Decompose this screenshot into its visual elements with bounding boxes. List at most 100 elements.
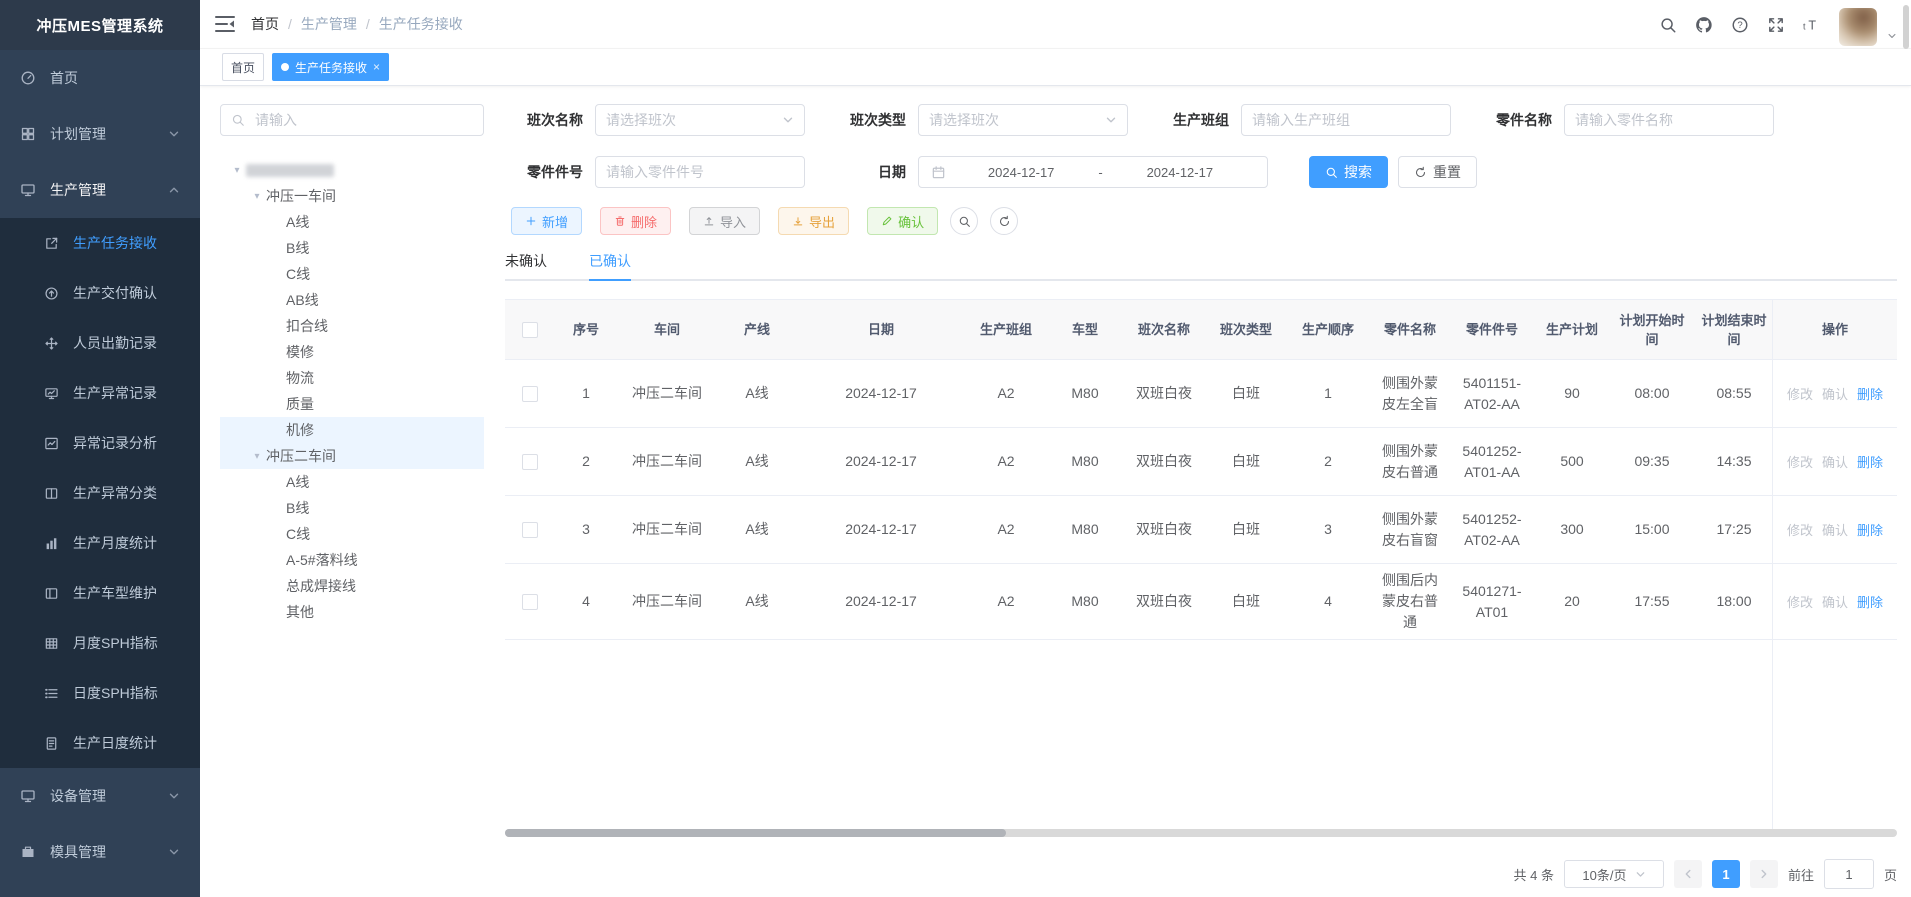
tree-search-input[interactable] [253,111,473,129]
tree-node-B线[interactable]: B线 [220,235,484,261]
toolbar-search-button[interactable] [950,207,978,235]
tree-node-质量[interactable]: 质量 [220,391,484,417]
sidebar-item-日度SPH指标[interactable]: 日度SPH指标 [0,668,200,718]
sidebar-item-生产任务接收[interactable]: 生产任务接收 [0,218,200,268]
row-checkbox[interactable] [522,386,538,402]
tree-node-C线[interactable]: C线 [220,521,484,547]
part-name-input[interactable] [1564,104,1774,136]
tree-node-A线[interactable]: A线 [220,209,484,235]
sidebar-item-生产月度统计[interactable]: 生产月度统计 [0,518,200,568]
row-action-删除[interactable]: 删除 [1857,452,1883,471]
sidebar-item-生产车型维护[interactable]: 生产车型维护 [0,568,200,618]
select-all-checkbox[interactable] [522,322,538,338]
help-icon[interactable]: ? [1731,16,1749,34]
确认-button[interactable]: 确认 [867,207,938,235]
sidebar-item-计划管理[interactable]: 计划管理 [0,106,200,162]
sidebar-item-生产异常分类[interactable]: 生产异常分类 [0,468,200,518]
cell-shift_type: 白班 [1205,428,1287,495]
navbar-actions: ? tT [1659,0,1897,49]
sidebar-item-生产管理[interactable]: 生产管理 [0,162,200,218]
cell-line: A线 [717,360,797,427]
sidebar-item-月度SPH指标[interactable]: 月度SPH指标 [0,618,200,668]
tree-node-C线[interactable]: C线 [220,261,484,287]
tree-node-冲压二车间[interactable]: ▾冲压二车间 [220,443,484,469]
sidebar-item-生产交付确认[interactable]: 生产交付确认 [0,268,200,318]
sidebar-item-label: 人员出勤记录 [73,333,180,353]
row-checkbox[interactable] [522,594,538,610]
sidebar-item-生产日度统计[interactable]: 生产日度统计 [0,718,200,768]
sidebar-item-人员出勤记录[interactable]: 人员出勤记录 [0,318,200,368]
tree-node-机修[interactable]: 机修 [220,417,484,443]
sidebar-item-生产异常记录[interactable]: 生产异常记录 [0,368,200,418]
tree-node-其他[interactable]: 其他 [220,599,484,625]
page-scrollbar[interactable] [1903,5,1909,49]
search-button[interactable]: 搜索 [1309,156,1388,188]
导入-button[interactable]: 导入 [689,207,760,235]
tree-node-B线[interactable]: B线 [220,495,484,521]
row-checkbox[interactable] [522,522,538,538]
tree-node-扣合线[interactable]: 扣合线 [220,313,484,339]
shift-name-select[interactable]: 请选择班次 [595,104,805,136]
tree-node-模修[interactable]: 模修 [220,339,484,365]
tree-node-总成焊接线[interactable]: 总成焊接线 [220,573,484,599]
team-input[interactable] [1241,104,1451,136]
tree-node-冲压一车间[interactable]: ▾冲压一车间 [220,183,484,209]
horizontal-scrollbar[interactable] [505,829,1897,837]
font-size-icon[interactable]: tT [1803,16,1821,34]
page-size-select[interactable]: 10条/页 [1564,860,1664,888]
cell-plan: 20 [1533,564,1611,639]
fullscreen-icon[interactable] [1767,16,1785,34]
toolbar-refresh-button[interactable] [990,207,1018,235]
tree-expand-icon[interactable]: ▾ [228,165,246,176]
tag-首页[interactable]: 首页 [222,53,264,81]
tree-node-物流[interactable]: 物流 [220,365,484,391]
row-action-删除[interactable]: 删除 [1857,592,1883,611]
shift-type-select[interactable]: 请选择班次 [918,104,1128,136]
avatar[interactable] [1839,8,1877,46]
search-icon[interactable] [1659,16,1677,34]
chevron-down-icon [782,114,794,126]
row-action-删除[interactable]: 删除 [1857,520,1883,539]
cell-part_no: 5401252-AT01-AA [1451,428,1533,495]
tree-expand-icon[interactable]: ▾ [248,451,266,462]
hamburger-icon[interactable] [215,15,235,33]
column-header-序号: 序号 [555,300,617,359]
part-no-input[interactable] [595,156,805,188]
goto-page-input[interactable] [1824,859,1874,889]
cell-start: 08:00 [1611,360,1693,427]
date-range-picker[interactable]: 2024-12-17 - 2024-12-17 [918,156,1268,188]
column-header-日期: 日期 [797,300,965,359]
upload-icon [703,215,715,227]
tree-node-label: A线 [286,212,309,232]
tree-node-root[interactable]: ▾ [220,157,484,183]
row-checkbox[interactable] [522,454,538,470]
reset-button[interactable]: 重置 [1398,156,1477,188]
caret-down-icon[interactable] [1887,31,1897,41]
sidebar-item-label: 月度SPH指标 [73,633,180,653]
github-icon[interactable] [1695,16,1713,34]
breadcrumb-separator: / [288,16,292,32]
horizontal-scrollbar-thumb[interactable] [505,829,1006,837]
tag-生产任务接收[interactable]: 生产任务接收× [272,53,389,81]
tab-未确认[interactable]: 未确认 [505,243,547,279]
sidebar-item-异常记录分析[interactable]: 异常记录分析 [0,418,200,468]
tree-node-A-5#落料线[interactable]: A-5#落料线 [220,547,484,573]
导出-button[interactable]: 导出 [778,207,849,235]
breadcrumb-item[interactable]: 首页 [251,14,279,34]
sidebar-item-模具管理[interactable]: 模具管理 [0,824,200,880]
tree-expand-icon[interactable]: ▾ [248,191,266,202]
chevron-up-icon [168,184,180,196]
tree-node-label: 冲压二车间 [266,446,336,466]
tab-已确认[interactable]: 已确认 [589,243,631,279]
删除-button[interactable]: 删除 [600,207,671,235]
sidebar-item-首页[interactable]: 首页 [0,50,200,106]
row-action-删除[interactable]: 删除 [1857,384,1883,403]
sidebar-item-设备管理[interactable]: 设备管理 [0,768,200,824]
tree-node-A线[interactable]: A线 [220,469,484,495]
tree-node-AB线[interactable]: AB线 [220,287,484,313]
cell-part_name: 侧围外蒙皮左全盲 [1369,360,1451,427]
page-1-button[interactable]: 1 [1712,860,1740,888]
tree-node-label: 扣合线 [286,316,328,336]
close-icon[interactable]: × [373,61,380,73]
新增-button[interactable]: 新增 [511,207,582,235]
